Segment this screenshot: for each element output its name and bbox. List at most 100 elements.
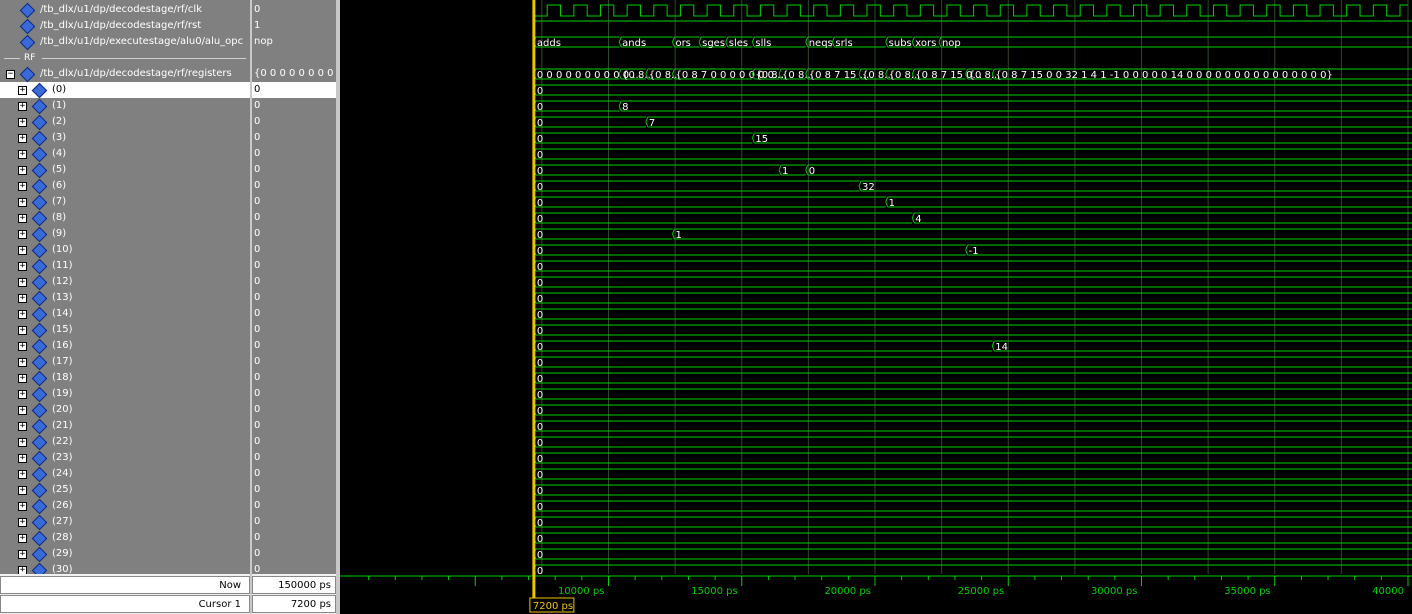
register-label: (28) — [52, 532, 73, 543]
expand-icon[interactable]: + — [18, 166, 27, 175]
register-16-label: 0 — [537, 342, 543, 353]
register-row[interactable]: + (26) — [0, 498, 250, 515]
ruler-tick-label: 10000 ps — [558, 586, 605, 597]
expand-icon[interactable]: + — [18, 390, 27, 399]
expand-icon[interactable]: + — [18, 278, 27, 287]
alu-opc-label: nop — [942, 38, 961, 49]
register-row[interactable]: + (1) — [0, 98, 250, 115]
waveform-pane[interactable]: adds ands ors sges sles slls neqs srls subs xors n… — [340, 0, 1412, 574]
alu-opc-label: adds — [537, 38, 561, 49]
signal-diamond-icon — [31, 114, 48, 131]
expand-icon[interactable]: + — [18, 518, 27, 527]
expand-icon[interactable]: + — [18, 534, 27, 543]
signal-diamond-icon — [31, 354, 48, 371]
register-label: (26) — [52, 500, 73, 511]
register-row[interactable]: + (16) — [0, 338, 250, 355]
expand-icon[interactable]: + — [18, 550, 27, 559]
register-row[interactable]: + (14) — [0, 306, 250, 323]
expand-icon[interactable]: + — [18, 246, 27, 255]
register-3-label: 0 — [537, 134, 543, 145]
expand-icon[interactable]: + — [18, 294, 27, 303]
register-22-label: 0 — [537, 438, 543, 449]
expand-icon[interactable]: + — [18, 406, 27, 415]
expand-icon[interactable]: + — [18, 118, 27, 127]
register-row[interactable]: + (30) — [0, 562, 250, 574]
time-ruler-canvas[interactable]: 10000 ps 15000 ps 20000 ps 25000 ps 30000 ps… — [340, 574, 1412, 614]
register-row[interactable]: + (29) — [0, 546, 250, 563]
register-row[interactable]: + (13) — [0, 290, 250, 307]
expand-icon[interactable]: + — [18, 566, 27, 574]
expand-icon[interactable]: + — [18, 342, 27, 351]
register-row[interactable]: + (21) — [0, 418, 250, 435]
waveform-canvas[interactable]: adds ands ors sges sles slls neqs srls subs xors n… — [340, 0, 1412, 574]
expand-icon[interactable]: + — [18, 454, 27, 463]
register-row[interactable]: + (19) — [0, 386, 250, 403]
expand-icon[interactable]: + — [18, 358, 27, 367]
register-row[interactable]: + (28) — [0, 530, 250, 547]
register-value: 0 — [254, 212, 261, 223]
expand-icon[interactable]: + — [18, 422, 27, 431]
expand-icon[interactable]: + — [18, 262, 27, 271]
register-row[interactable]: + (22) — [0, 434, 250, 451]
register-row[interactable]: + (6) — [0, 178, 250, 195]
signal-diamond-icon — [31, 386, 48, 403]
time-ruler[interactable]: 10000 ps 15000 ps 20000 ps 25000 ps 30000 ps… — [340, 574, 1412, 614]
signal-diamond-icon — [31, 194, 48, 211]
signal-diamond-icon — [31, 498, 48, 515]
register-21-label: 0 — [537, 422, 543, 433]
register-row[interactable]: + (10) — [0, 242, 250, 259]
register-row[interactable]: + (8) — [0, 210, 250, 227]
register-row[interactable]: + (4) — [0, 146, 250, 163]
register-label: (6) — [52, 180, 67, 191]
signal-diamond-icon — [31, 562, 48, 574]
register-28-label: 0 — [537, 534, 543, 545]
register-row[interactable]: + (24) — [0, 466, 250, 483]
register-label: (22) — [52, 436, 73, 447]
register-value: 0 — [254, 564, 261, 574]
register-row[interactable]: + (12) — [0, 274, 250, 291]
register-row[interactable]: + (5) — [0, 162, 250, 179]
register-value: 0 — [254, 500, 261, 511]
ruler-tick-label: 40000 — [1372, 586, 1404, 597]
expand-icon[interactable]: + — [18, 374, 27, 383]
register-1-label: 0 — [537, 102, 543, 113]
register-row[interactable]: + (9) — [0, 226, 250, 243]
expand-icon[interactable]: + — [18, 214, 27, 223]
expand-icon[interactable]: + — [18, 438, 27, 447]
register-value: 0 — [254, 516, 261, 527]
register-row[interactable]: + (27) — [0, 514, 250, 531]
signal-diamond-icon — [31, 258, 48, 275]
expand-icon[interactable]: + — [18, 502, 27, 511]
register-row[interactable]: + (15) — [0, 322, 250, 339]
expand-icon[interactable]: + — [18, 310, 27, 319]
register-row[interactable]: + (11) — [0, 258, 250, 275]
register-row[interactable]: + (20) — [0, 402, 250, 419]
register-0-label: 0 — [537, 86, 543, 97]
register-row[interactable]: + (0) — [0, 82, 250, 99]
ruler-tick-label: 15000 ps — [691, 586, 738, 597]
expand-icon[interactable]: + — [18, 182, 27, 191]
expand-icon[interactable]: + — [18, 134, 27, 143]
expand-icon[interactable]: + — [18, 150, 27, 159]
register-row[interactable]: + (7) — [0, 194, 250, 211]
register-label: (13) — [52, 292, 73, 303]
expand-icon[interactable]: + — [18, 86, 27, 95]
register-row[interactable]: + (23) — [0, 450, 250, 467]
expand-icon[interactable]: + — [18, 230, 27, 239]
register-row[interactable]: + (18) — [0, 370, 250, 387]
now-value: 150000 ps — [252, 576, 336, 594]
expand-icon[interactable]: + — [18, 470, 27, 479]
expand-icon[interactable]: + — [18, 198, 27, 207]
signal-diamond-icon — [31, 178, 48, 195]
expand-icon[interactable]: + — [18, 486, 27, 495]
now-label: Now — [0, 576, 250, 594]
signal-diamond-icon — [31, 546, 48, 563]
register-row[interactable]: + (17) — [0, 354, 250, 371]
expand-icon[interactable]: + — [18, 102, 27, 111]
collapse-icon[interactable]: − — [6, 70, 15, 79]
register-row[interactable]: + (2) — [0, 114, 250, 131]
expand-icon[interactable]: + — [18, 326, 27, 335]
register-row[interactable]: + (25) — [0, 482, 250, 499]
signal-diamond-icon — [31, 338, 48, 355]
register-row[interactable]: + (3) — [0, 130, 250, 147]
